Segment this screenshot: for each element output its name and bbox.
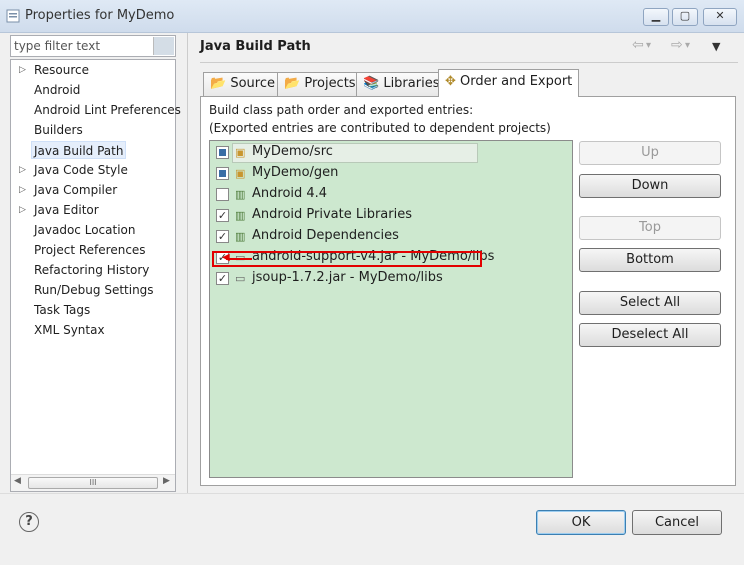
divider — [187, 33, 188, 493]
ok-button[interactable]: OK — [536, 510, 626, 535]
close-icon[interactable]: ✕ — [703, 8, 737, 26]
properties-icon — [6, 9, 20, 23]
annotation-highlight-box — [212, 251, 482, 267]
entry-label[interactable]: Android Dependencies — [252, 228, 399, 243]
tree-item[interactable]: Resource — [34, 61, 89, 79]
bottom-button[interactable]: Bottom — [579, 248, 721, 272]
libraries-icon: 📚 — [363, 76, 380, 91]
entry-label[interactable]: jsoup-1.7.2.jar - MyDemo/libs — [252, 270, 443, 285]
tree-item[interactable]: Java Code Style — [34, 161, 128, 179]
entry-label[interactable]: Android Private Libraries — [252, 207, 412, 222]
filter-placeholder: type filter text — [14, 39, 101, 53]
export-checkbox[interactable]: ✓ — [216, 272, 229, 285]
select-all-button[interactable]: Select All — [579, 291, 721, 315]
back-icon[interactable]: ⇦ — [632, 37, 644, 53]
tab-projects[interactable]: 📂 Projects — [277, 72, 363, 96]
expand-arrow-icon[interactable]: ▷ — [19, 61, 26, 79]
tree-item[interactable]: Javadoc Location — [34, 221, 135, 239]
annotation-arrowhead-icon: ◀ — [222, 252, 230, 263]
down-button[interactable]: Down — [579, 174, 721, 198]
cancel-button[interactable]: Cancel — [632, 510, 722, 535]
export-checkbox[interactable]: ✓ — [216, 230, 229, 243]
forward-menu-icon[interactable]: ▾ — [685, 40, 690, 51]
source-folder-icon: ▣ — [235, 167, 246, 180]
library-icon: ▥ — [235, 188, 246, 201]
tree-item[interactable]: Task Tags — [34, 301, 90, 319]
scroll-left-icon[interactable]: ◀ — [14, 476, 21, 486]
clear-filter-icon[interactable] — [153, 37, 174, 55]
expand-arrow-icon[interactable]: ▷ — [19, 201, 26, 219]
minimize-icon[interactable]: ▁ — [643, 8, 669, 26]
deselect-all-button[interactable]: Deselect All — [579, 323, 721, 347]
export-checkbox[interactable]: ✓ — [216, 209, 229, 222]
filter-input[interactable]: type filter text — [10, 35, 176, 57]
tab-order-and-export[interactable]: ✥ Order and Export — [438, 69, 580, 97]
expand-arrow-icon[interactable]: ▷ — [19, 161, 26, 179]
top-button[interactable]: Top — [579, 216, 721, 240]
description-line-1: Build class path order and exported entr… — [209, 103, 474, 117]
export-checkbox[interactable] — [216, 146, 229, 159]
library-icon: ▥ — [235, 230, 246, 243]
tree-item[interactable]: Android Lint Preferences — [34, 101, 181, 119]
export-checkbox[interactable] — [216, 167, 229, 180]
source-folder-icon: ▣ — [235, 146, 246, 159]
tree-item[interactable]: Builders — [34, 121, 83, 139]
tree-item[interactable]: Java Build Path — [31, 141, 127, 159]
footer-divider — [0, 493, 744, 494]
tab-libraries[interactable]: 📚 Libraries — [356, 72, 447, 96]
source-folder-icon: 📂 — [210, 76, 227, 91]
help-icon[interactable]: ? — [19, 512, 39, 532]
tree-item[interactable]: Java Compiler — [34, 181, 117, 199]
window-title: Properties for MyDemo — [25, 8, 175, 23]
tree-item[interactable]: Run/Debug Settings — [34, 281, 154, 299]
projects-icon: 📂 — [284, 76, 301, 91]
export-checkbox[interactable] — [216, 188, 229, 201]
status-bar — [0, 553, 744, 565]
maximize-icon[interactable]: ▢ — [672, 8, 698, 26]
header-divider — [200, 62, 738, 63]
library-icon: ▥ — [235, 209, 246, 222]
tree-item[interactable]: Refactoring History — [34, 261, 149, 279]
tab-source[interactable]: 📂 Source — [203, 72, 282, 96]
scroll-thumb[interactable]: III — [28, 477, 158, 489]
view-menu-icon[interactable]: ▼ — [712, 40, 720, 53]
up-button[interactable]: Up — [579, 141, 721, 165]
order-export-icon: ✥ — [445, 74, 456, 89]
back-menu-icon[interactable]: ▾ — [646, 40, 651, 51]
forward-icon[interactable]: ⇨ — [671, 37, 683, 53]
page-title: Java Build Path — [200, 39, 311, 54]
scroll-right-icon[interactable]: ▶ — [163, 476, 170, 486]
entry-label[interactable]: MyDemo/src — [252, 144, 333, 159]
entry-label[interactable]: MyDemo/gen — [252, 165, 338, 180]
tree-item[interactable]: Android — [34, 81, 80, 99]
tree-item[interactable]: Project References — [34, 241, 146, 259]
tree-item[interactable]: Java Editor — [34, 201, 99, 219]
entry-label[interactable]: Android 4.4 — [252, 186, 327, 201]
expand-arrow-icon[interactable]: ▷ — [19, 181, 26, 199]
jar-icon: ▭ — [235, 272, 246, 285]
tree-item[interactable]: XML Syntax — [34, 321, 105, 339]
description-line-2: (Exported entries are contributed to dep… — [209, 121, 551, 135]
